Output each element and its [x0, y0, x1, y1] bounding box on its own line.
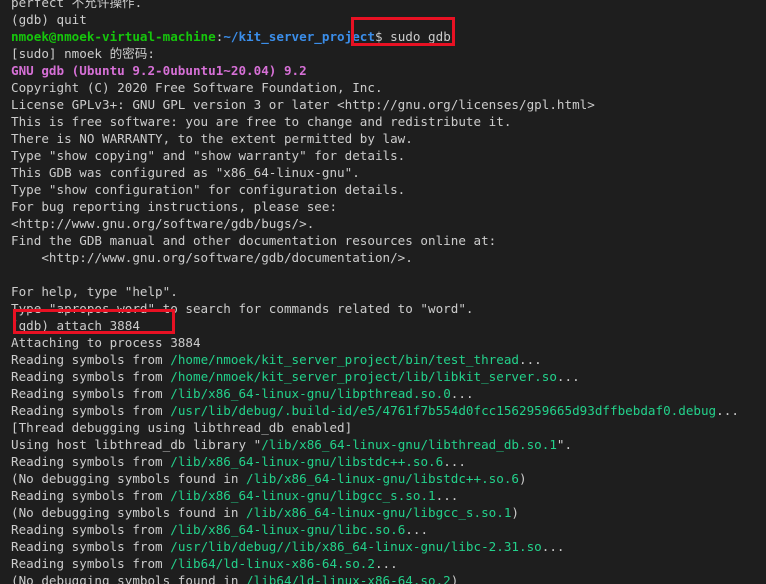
- text-plain: <http://www.gnu.org/software/gdb/bugs/>.: [11, 216, 315, 231]
- terminal-line: [Thread debugging using libthread_db ena…: [0, 419, 766, 436]
- text-plain: License GPLv3+: GNU GPL version 3 or lat…: [11, 97, 595, 112]
- terminal-line: Reading symbols from /home/nmoek/kit_ser…: [0, 351, 766, 368]
- text-plain: Reading symbols from: [11, 522, 171, 537]
- text-green: /lib64/ld-linux-x86-64.so.2: [170, 556, 375, 571]
- text-green: /usr/lib/debug//lib/x86_64-linux-gnu/lib…: [170, 539, 542, 554]
- text-green: /lib/x86_64-linux-gnu/libgcc_s.so.1: [246, 505, 512, 520]
- text-plain: Reading symbols from: [11, 352, 171, 367]
- terminal-line: Type "show copying" and "show warranty" …: [0, 147, 766, 164]
- text-plain: Type "show copying" and "show warranty" …: [11, 148, 406, 163]
- text-plain: Using host libthread_db library ": [11, 437, 262, 452]
- terminal-line: License GPLv3+: GNU GPL version 3 or lat…: [0, 96, 766, 113]
- text-plain: ): [450, 573, 459, 584]
- terminal-line: (gdb) quit: [0, 11, 766, 28]
- text-plain: perfect 不允许操作.: [11, 0, 143, 10]
- text-plain: Find the GDB manual and other documentat…: [11, 233, 497, 248]
- terminal-line: There is NO WARRANTY, to the extent perm…: [0, 130, 766, 147]
- terminal-line: Reading symbols from /home/nmoek/kit_ser…: [0, 368, 766, 385]
- text-plain: (No debugging symbols found in: [11, 573, 247, 584]
- text-plain: Type "show configuration" for configurat…: [11, 182, 406, 197]
- terminal-line: This is free software: you are free to c…: [0, 113, 766, 130]
- terminal-line: (No debugging symbols found in /lib64/ld…: [0, 572, 766, 584]
- text-plain: For help, type "help".: [11, 284, 178, 299]
- terminal-line: For bug reporting instructions, please s…: [0, 198, 766, 215]
- text-plain: $ sudo gdb: [374, 29, 451, 44]
- text-plain: Reading symbols from: [11, 539, 171, 554]
- text-plain: Reading symbols from: [11, 369, 171, 384]
- text-plain: [sudo] nmoek 的密码:: [11, 46, 155, 61]
- terminal-line: Reading symbols from /lib64/ld-linux-x86…: [0, 555, 766, 572]
- text-magenta: GNU gdb (Ubuntu 9.2-0ubuntu1~20.04) 9.2: [11, 63, 307, 78]
- text-plain: ...: [374, 556, 398, 571]
- text-green: /lib64/ld-linux-x86-64.so.2: [246, 573, 451, 584]
- text-plain: ...: [556, 369, 580, 384]
- text-green: /lib/x86_64-linux-gnu/libpthread.so.0: [170, 386, 451, 401]
- text-plain: This is free software: you are free to c…: [11, 114, 512, 129]
- text-plain: Reading symbols from: [11, 403, 171, 418]
- text-path: ~/kit_server_project: [223, 29, 375, 44]
- text-plain: Reading symbols from: [11, 488, 171, 503]
- terminal-line: (gdb) attach 3884: [0, 317, 766, 334]
- text-plain: <http://www.gnu.org/software/gdb/documen…: [11, 250, 413, 265]
- text-plain: ".: [556, 437, 573, 452]
- text-green: /home/nmoek/kit_server_project/lib/libki…: [170, 369, 557, 384]
- terminal-line: Reading symbols from /usr/lib/debug//lib…: [0, 538, 766, 555]
- text-green: /home/nmoek/kit_server_project/bin/test_…: [170, 352, 520, 367]
- text-plain: Reading symbols from: [11, 386, 171, 401]
- text-plain: (No debugging symbols found in: [11, 471, 247, 486]
- text-plain: ): [519, 471, 527, 486]
- text-plain: ...: [443, 454, 466, 469]
- text-plain: ...: [541, 539, 565, 554]
- text-plain: ...: [450, 386, 474, 401]
- text-plain: There is NO WARRANTY, to the extent perm…: [11, 131, 413, 146]
- text-plain: Copyright (C) 2020 Free Software Foundat…: [11, 80, 383, 95]
- terminal-line: <http://www.gnu.org/software/gdb/bugs/>.: [0, 215, 766, 232]
- terminal-line: GNU gdb (Ubuntu 9.2-0ubuntu1~20.04) 9.2: [0, 62, 766, 79]
- text-plain: ...: [716, 403, 739, 418]
- terminal-line: perfect 不允许操作.: [0, 0, 766, 11]
- terminal-line: Using host libthread_db library "/lib/x8…: [0, 436, 766, 453]
- terminal-output[interactable]: perfect 不允许操作. (gdb) quit nmoek@nmoek-virt…: [0, 0, 766, 584]
- text-green: /lib/x86_64-linux-gnu/libgcc_s.so.1: [170, 488, 436, 503]
- terminal-line: (No debugging symbols found in /lib/x86_…: [0, 470, 766, 487]
- terminal-line: [sudo] nmoek 的密码:: [0, 45, 766, 62]
- text-user: nmoek@nmoek-virtual-machine: [11, 29, 216, 44]
- text-plain: This GDB was configured as "x86_64-linux…: [11, 165, 360, 180]
- text-plain: Reading symbols from: [11, 556, 171, 571]
- terminal-line: Reading symbols from /lib/x86_64-linux-g…: [0, 385, 766, 402]
- text-plain: ...: [519, 352, 542, 367]
- text-green: /lib/x86_64-linux-gnu/libstdc++.so.6: [246, 471, 520, 486]
- terminal-line: Reading symbols from /lib/x86_64-linux-g…: [0, 521, 766, 538]
- text-green: /usr/lib/debug/.build-id/e5/4761f7b554d0…: [170, 403, 717, 418]
- text-green: /lib/x86_64-linux-gnu/libstdc++.so.6: [170, 454, 444, 469]
- terminal-line: Attaching to process 3884: [0, 334, 766, 351]
- text-plain: (gdb) attach 3884: [11, 318, 140, 333]
- text-plain: (No debugging symbols found in: [11, 505, 247, 520]
- text-plain: Reading symbols from: [11, 454, 171, 469]
- terminal-line: (No debugging symbols found in /lib/x86_…: [0, 504, 766, 521]
- terminal-line: Copyright (C) 2020 Free Software Foundat…: [0, 79, 766, 96]
- text-plain: Type "apropos word" to search for comman…: [11, 301, 474, 316]
- terminal-line: nmoek@nmoek-virtual-machine:~/kit_server…: [0, 28, 766, 45]
- terminal-line: This GDB was configured as "x86_64-linux…: [0, 164, 766, 181]
- text-green: /lib/x86_64-linux-gnu/libc.so.6: [170, 522, 406, 537]
- text-plain: For bug reporting instructions, please s…: [11, 199, 338, 214]
- terminal-line: <http://www.gnu.org/software/gdb/documen…: [0, 249, 766, 266]
- terminal-line: For help, type "help".: [0, 283, 766, 300]
- text-plain: Attaching to process 3884: [11, 335, 201, 350]
- terminal-line: Reading symbols from /usr/lib/debug/.bui…: [0, 402, 766, 419]
- text-plain: [Thread debugging using libthread_db ena…: [11, 420, 353, 435]
- terminal-line: Type "apropos word" to search for comman…: [0, 300, 766, 317]
- text-plain: ...: [405, 522, 429, 537]
- terminal-line: Reading symbols from /lib/x86_64-linux-g…: [0, 487, 766, 504]
- text-plain: ): [511, 505, 520, 520]
- text-plain: (gdb) quit: [11, 12, 87, 27]
- terminal-line: Type "show configuration" for configurat…: [0, 181, 766, 198]
- text-plain: ...: [435, 488, 459, 503]
- text-green: /lib/x86_64-linux-gnu/libthread_db.so.1: [261, 437, 557, 452]
- terminal-line: Reading symbols from /lib/x86_64-linux-g…: [0, 453, 766, 470]
- terminal-line: Find the GDB manual and other documentat…: [0, 232, 766, 249]
